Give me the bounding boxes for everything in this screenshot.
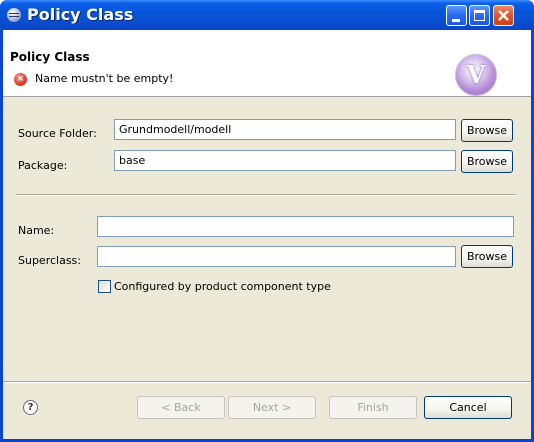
window-border-left bbox=[0, 30, 3, 442]
window-title: Policy Class bbox=[27, 5, 134, 24]
superclass-label: Superclass: bbox=[18, 254, 81, 267]
maximize-button[interactable] bbox=[469, 5, 490, 26]
name-label: Name: bbox=[18, 224, 55, 237]
footer-separator bbox=[3, 381, 531, 383]
section-separator bbox=[16, 194, 516, 196]
back-button[interactable]: < Back bbox=[137, 396, 225, 419]
wizard-header: Policy Class × Name mustn't be empty! V bbox=[3, 30, 531, 97]
superclass-input[interactable] bbox=[97, 246, 456, 267]
title-bar[interactable]: Policy Class bbox=[0, 0, 534, 30]
eclipse-icon bbox=[7, 8, 21, 22]
error-message: Name mustn't be empty! bbox=[35, 72, 174, 85]
wizard-logo-letter: V bbox=[466, 60, 486, 89]
minimize-icon bbox=[452, 19, 460, 22]
next-button[interactable]: Next > bbox=[228, 396, 316, 419]
help-icon[interactable]: ? bbox=[23, 400, 38, 415]
dialog-client-area: Policy Class × Name mustn't be empty! V … bbox=[3, 30, 531, 439]
package-label: Package: bbox=[18, 159, 68, 172]
maximize-icon bbox=[474, 10, 485, 21]
configured-by-product-label[interactable]: Configured by product component type bbox=[114, 280, 331, 293]
wizard-logo: V bbox=[455, 54, 497, 96]
package-browse-button[interactable]: Browse bbox=[461, 150, 513, 173]
source-folder-label: Source Folder: bbox=[18, 127, 97, 140]
name-input[interactable] bbox=[97, 216, 514, 237]
cancel-button[interactable]: Cancel bbox=[424, 396, 512, 419]
dialog-window: Policy Class Policy Class × Name mustn't… bbox=[0, 0, 534, 442]
superclass-browse-button[interactable]: Browse bbox=[461, 245, 513, 268]
finish-button[interactable]: Finish bbox=[329, 396, 417, 419]
minimize-button[interactable] bbox=[446, 5, 467, 26]
close-button[interactable] bbox=[493, 5, 514, 26]
package-input[interactable]: base bbox=[114, 150, 456, 171]
source-folder-browse-button[interactable]: Browse bbox=[461, 119, 513, 142]
configured-by-product-checkbox[interactable] bbox=[98, 280, 111, 293]
error-icon: × bbox=[14, 73, 27, 86]
wizard-page-title: Policy Class bbox=[10, 50, 90, 64]
source-folder-input[interactable]: Grundmodell/modell bbox=[114, 119, 456, 140]
close-icon bbox=[498, 10, 509, 21]
